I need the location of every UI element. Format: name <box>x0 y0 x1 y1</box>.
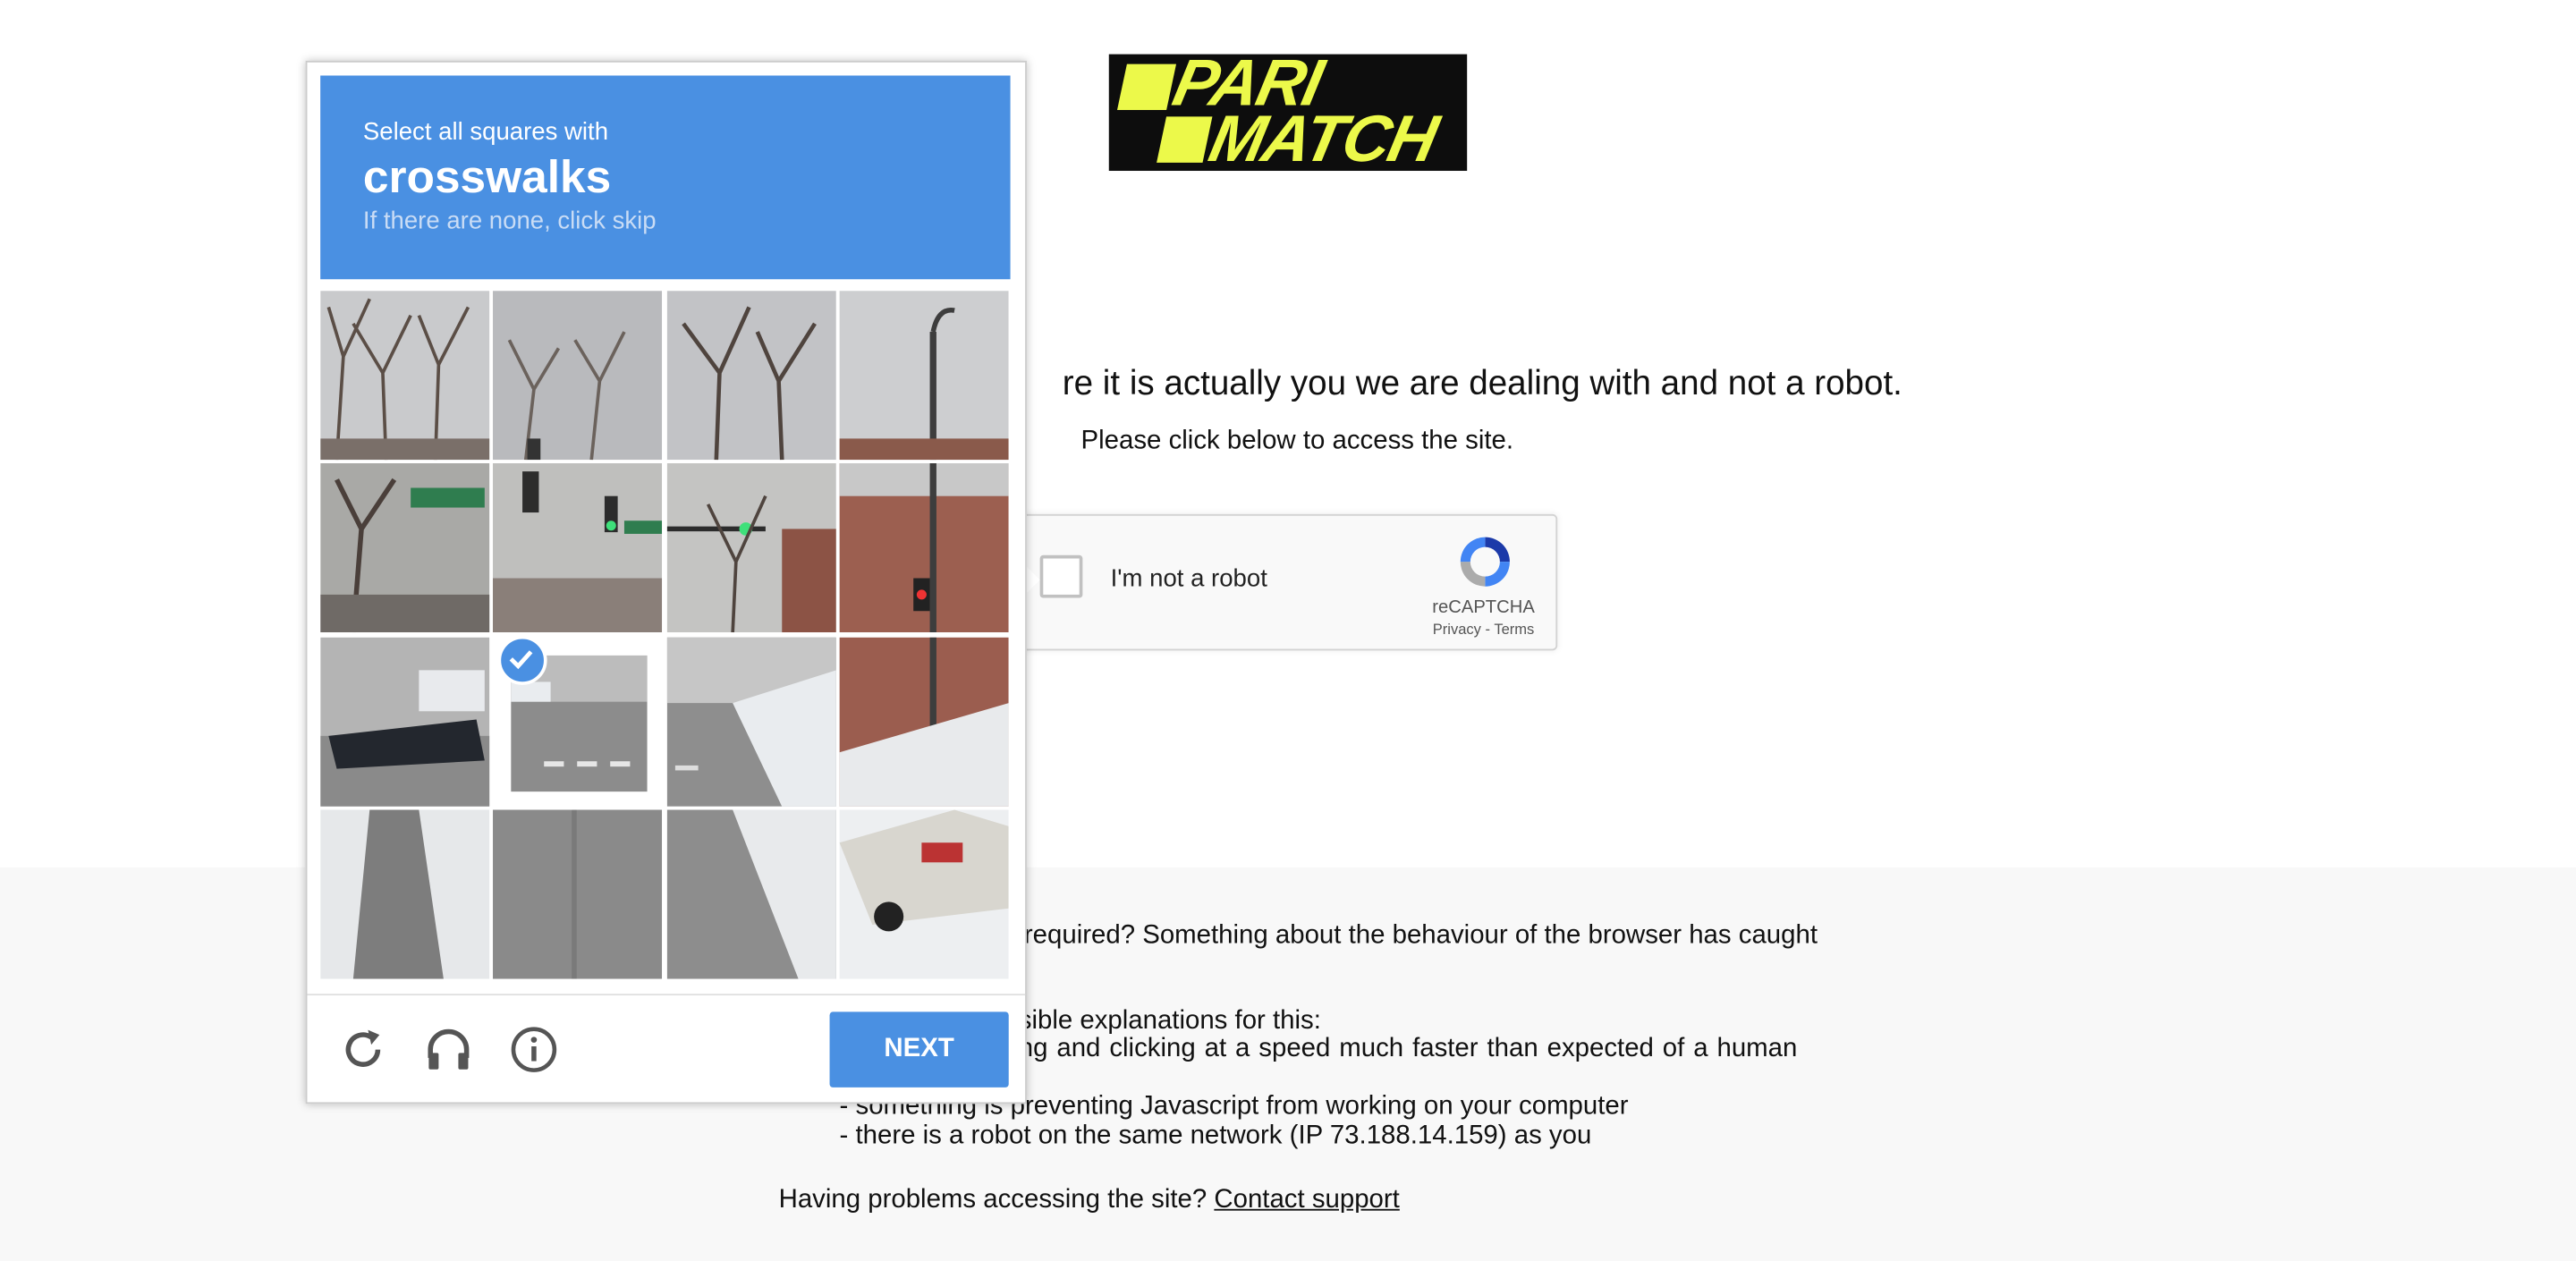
challenge-instruction: Select all squares with <box>362 118 609 147</box>
audio-icon[interactable] <box>424 1025 473 1074</box>
tile[interactable] <box>320 462 490 633</box>
recaptcha-links[interactable]: Privacy - Terms <box>1414 621 1552 637</box>
captcha-challenge: Select all squares with crosswalks If th… <box>305 60 1027 1104</box>
recaptcha-label: I'm not a robot <box>1110 564 1267 594</box>
tile[interactable] <box>666 809 836 979</box>
tile[interactable] <box>666 462 836 633</box>
tile-image <box>493 291 663 461</box>
why-text: n required? Something about the behaviou… <box>1002 921 1818 950</box>
logo-line2: MATCH <box>1203 103 1443 172</box>
tile[interactable] <box>320 809 490 979</box>
reload-icon[interactable] <box>338 1025 387 1074</box>
tile[interactable] <box>320 291 490 461</box>
recaptcha-checkbox[interactable] <box>1039 554 1083 598</box>
page-subline: Please click below to access the site. <box>1080 427 1514 455</box>
challenge-footer: NEXT <box>307 994 1026 1104</box>
tile[interactable] <box>666 291 836 461</box>
tile[interactable] <box>320 637 490 807</box>
page: PARI MATCH re it is actually you we are … <box>0 0 2576 1261</box>
recaptcha-logo-icon <box>1460 537 1510 587</box>
tile[interactable] <box>493 462 663 633</box>
explanations-text: sible explanations for this: <box>1018 1006 1321 1036</box>
challenge-header: Select all squares with crosswalks If th… <box>320 75 1011 280</box>
reason-3: - there is a robot on the same network (… <box>839 1121 1592 1150</box>
tile-image <box>320 291 490 461</box>
challenge-keyword: crosswalks <box>362 150 612 202</box>
tile[interactable] <box>839 809 1009 979</box>
tile-image <box>666 291 836 461</box>
next-button[interactable]: NEXT <box>829 1011 1009 1088</box>
tile-grid <box>320 291 1010 980</box>
tile-image <box>839 462 1009 633</box>
tile-image <box>320 809 490 979</box>
tile[interactable] <box>839 462 1009 633</box>
recaptcha-widget: I'm not a robot reCAPTCHA Privacy - Term… <box>998 513 1558 651</box>
tile-image <box>493 809 663 979</box>
tile-image <box>839 291 1009 461</box>
parimatch-logo: PARI MATCH <box>1108 54 1468 172</box>
challenge-hint: If there are none, click skip <box>362 207 657 235</box>
tile[interactable] <box>839 291 1009 461</box>
tile-image <box>839 637 1009 807</box>
tile-image <box>320 637 490 807</box>
tile-image <box>666 637 836 807</box>
tile-image <box>839 809 1009 979</box>
tile[interactable] <box>666 637 836 807</box>
help-text: Having problems accessing the site? <box>778 1186 1215 1214</box>
tile[interactable] <box>493 809 663 979</box>
recaptcha-brand: reCAPTCHA <box>1432 597 1535 618</box>
tile-image <box>666 462 836 633</box>
logo-shape <box>1157 116 1213 163</box>
tile-image <box>493 462 663 633</box>
contact-support-link[interactable]: Contact support <box>1214 1186 1399 1214</box>
tile-image <box>666 809 836 979</box>
checkmark-icon <box>497 635 547 685</box>
tile[interactable] <box>839 637 1009 807</box>
tile[interactable] <box>493 291 663 461</box>
help-line: Having problems accessing the site? Cont… <box>779 1186 1400 1215</box>
reason-1: ng and clicking at a speed much faster t… <box>1018 1035 1798 1063</box>
info-icon[interactable] <box>509 1025 558 1074</box>
logo-shape <box>1117 63 1177 111</box>
tile-image <box>320 462 490 633</box>
stage: PARI MATCH re it is actually you we are … <box>0 0 2576 1261</box>
